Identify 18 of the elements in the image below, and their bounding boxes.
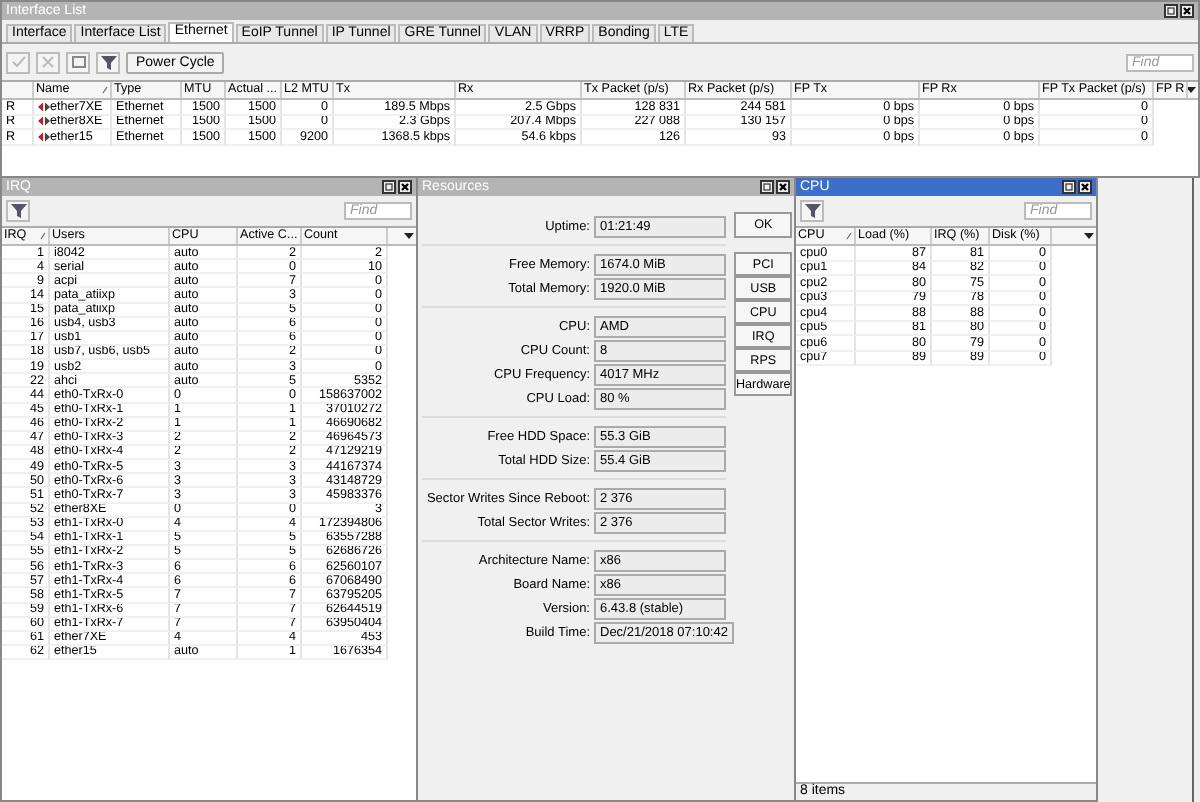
maximize-icon[interactable] [760,180,774,194]
interface-icon [38,101,50,112]
cross-icon [42,56,54,68]
interface-icon [38,131,50,142]
comment-button[interactable] [66,51,90,73]
close-icon[interactable] [1180,4,1194,18]
maximize-icon[interactable] [382,180,396,194]
check-icon [11,56,25,68]
dropdown-icon[interactable] [1084,232,1094,240]
note-icon [71,56,85,68]
close-icon[interactable] [776,180,790,194]
maximize-icon[interactable] [1062,180,1076,194]
close-icon[interactable] [398,180,412,194]
close-icon[interactable] [1078,180,1092,194]
maximize-icon[interactable] [1164,4,1178,18]
interface-icon [38,116,50,127]
dropdown-icon[interactable] [404,232,414,240]
dropdown-icon[interactable] [1188,86,1196,94]
